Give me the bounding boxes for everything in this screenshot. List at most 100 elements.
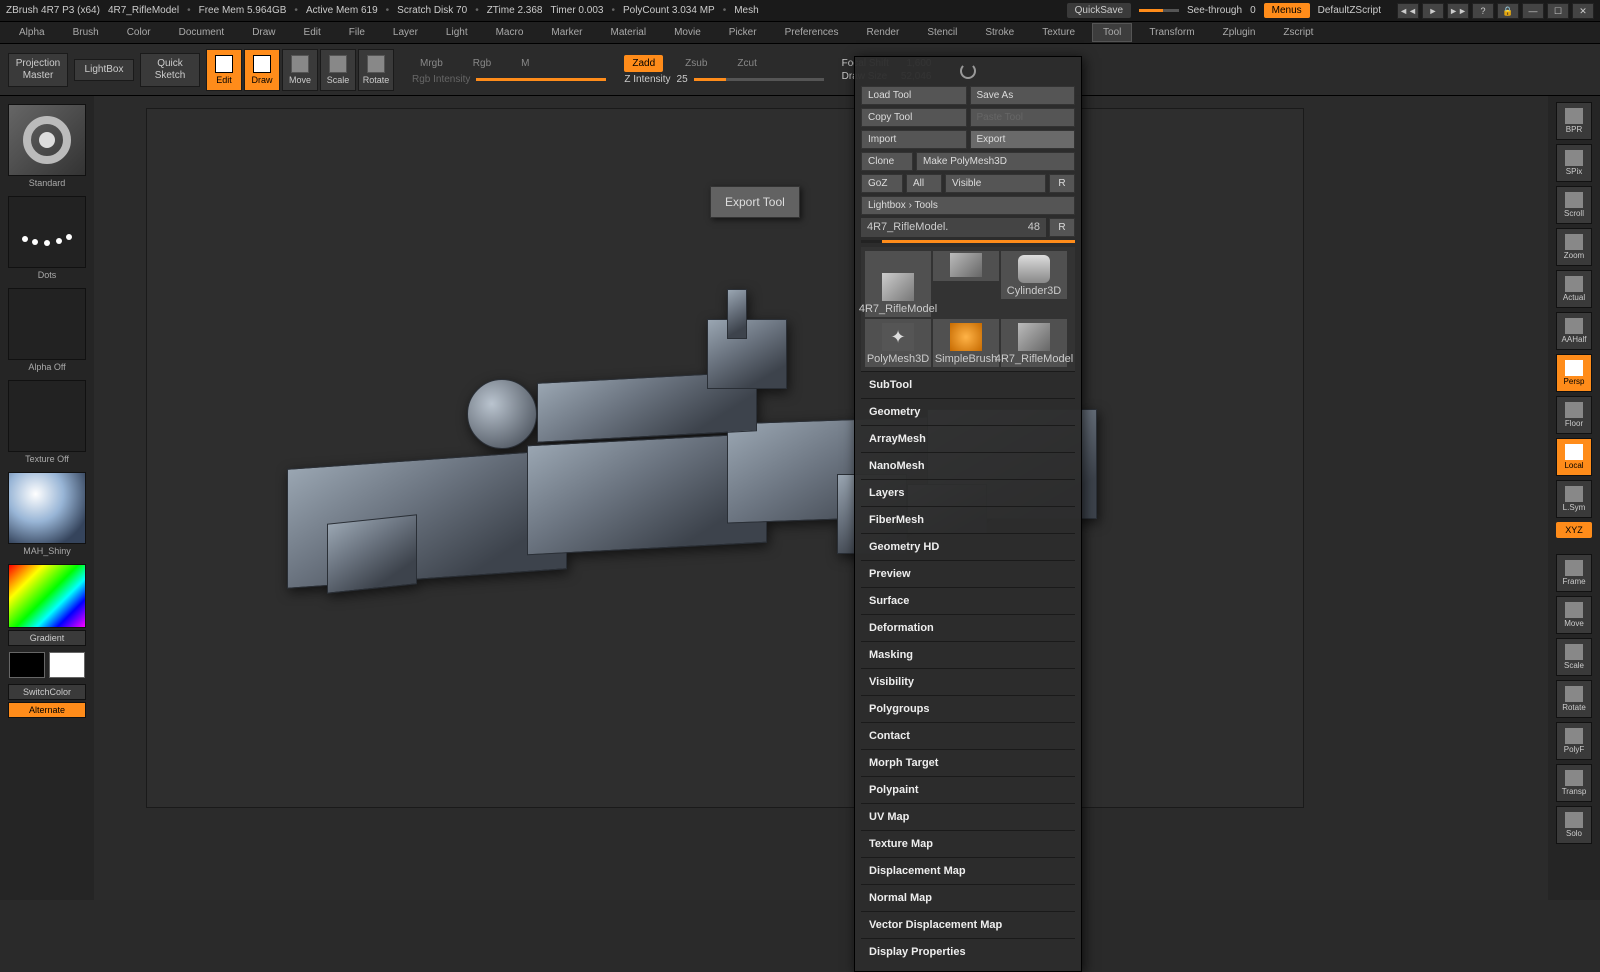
alternate-button[interactable]: Alternate: [8, 702, 86, 718]
section-polypaint[interactable]: Polypaint: [861, 776, 1075, 803]
mrgb-toggle[interactable]: Mrgb: [412, 55, 451, 72]
local-button[interactable]: Local: [1556, 438, 1592, 476]
zoom-button[interactable]: Zoom: [1556, 228, 1592, 266]
section-visibility[interactable]: Visibility: [861, 668, 1075, 695]
projection-master-button[interactable]: Projection Master: [8, 53, 68, 87]
tool-thumb[interactable]: ✦PolyMesh3D: [865, 319, 931, 367]
move-button[interactable]: Move: [1556, 596, 1592, 634]
import-button[interactable]: Import: [861, 130, 967, 149]
aahalf-button[interactable]: AAHalf: [1556, 312, 1592, 350]
tool-name-field[interactable]: 4R7_RifleModel.48: [861, 218, 1046, 237]
stroke-thumb[interactable]: [8, 196, 86, 268]
tool-thumb[interactable]: 4R7_RifleModel: [865, 251, 931, 317]
minimize-icon[interactable]: —: [1522, 3, 1544, 19]
lightbox-tools-button[interactable]: Lightbox › Tools: [861, 196, 1075, 215]
tool-thumb[interactable]: [933, 251, 999, 281]
load-tool-button[interactable]: Load Tool: [861, 86, 967, 105]
lsym-button[interactable]: L.Sym: [1556, 480, 1592, 518]
section-geometry[interactable]: Geometry: [861, 398, 1075, 425]
quicksketch-button[interactable]: Quick Sketch: [140, 53, 200, 87]
section-contact[interactable]: Contact: [861, 722, 1075, 749]
history-icon[interactable]: [960, 63, 976, 79]
goz-all-button[interactable]: All: [906, 174, 942, 193]
transp-button[interactable]: Transp: [1556, 764, 1592, 802]
brush-thumb[interactable]: [8, 104, 86, 176]
section-vector-displacement-map[interactable]: Vector Displacement Map: [861, 911, 1075, 938]
frame-button[interactable]: Frame: [1556, 554, 1592, 592]
section-polygroups[interactable]: Polygroups: [861, 695, 1075, 722]
menu-light[interactable]: Light: [435, 23, 479, 42]
persp-button[interactable]: Persp: [1556, 354, 1592, 392]
menu-marker[interactable]: Marker: [540, 23, 593, 42]
menu-document[interactable]: Document: [168, 23, 236, 42]
scale-button[interactable]: Scale: [1556, 638, 1592, 676]
section-normal-map[interactable]: Normal Map: [861, 884, 1075, 911]
edit-mode-button[interactable]: Edit: [206, 49, 242, 91]
lock-icon[interactable]: 🔒: [1497, 3, 1519, 19]
section-display-properties[interactable]: Display Properties: [861, 938, 1075, 965]
lightbox-button[interactable]: LightBox: [74, 59, 134, 81]
bpr-button[interactable]: BPR: [1556, 102, 1592, 140]
scroll-button[interactable]: Scroll: [1556, 186, 1592, 224]
m-toggle[interactable]: M: [513, 55, 537, 72]
move-mode-button[interactable]: Move: [282, 49, 318, 91]
menu-preferences[interactable]: Preferences: [774, 23, 850, 42]
zadd-toggle[interactable]: Zadd: [624, 55, 663, 72]
swatch-white[interactable]: [49, 652, 85, 678]
tool-thumb[interactable]: 4R7_RifleModel: [1001, 319, 1067, 367]
rgb-intensity-slider[interactable]: [476, 78, 606, 81]
tool-thumb[interactable]: SimpleBrush: [933, 319, 999, 367]
zsub-toggle[interactable]: Zsub: [677, 55, 715, 72]
section-layers[interactable]: Layers: [861, 479, 1075, 506]
menu-macro[interactable]: Macro: [485, 23, 535, 42]
spix-button[interactable]: SPix: [1556, 144, 1592, 182]
export-button[interactable]: Export: [970, 130, 1076, 149]
clone-button[interactable]: Clone: [861, 152, 913, 171]
gradient-button[interactable]: Gradient: [8, 630, 86, 646]
section-subtool[interactable]: SubTool: [861, 371, 1075, 398]
section-morph-target[interactable]: Morph Target: [861, 749, 1075, 776]
draw-mode-button[interactable]: Draw: [244, 49, 280, 91]
menu-stencil[interactable]: Stencil: [916, 23, 968, 42]
goz-button[interactable]: GoZ: [861, 174, 903, 193]
section-displacement-map[interactable]: Displacement Map: [861, 857, 1075, 884]
play-icon[interactable]: ►: [1422, 3, 1444, 19]
menu-layer[interactable]: Layer: [382, 23, 429, 42]
save-as-button[interactable]: Save As: [970, 86, 1076, 105]
section-preview[interactable]: Preview: [861, 560, 1075, 587]
section-arraymesh[interactable]: ArrayMesh: [861, 425, 1075, 452]
rewind-icon[interactable]: ◄◄: [1397, 3, 1419, 19]
menu-movie[interactable]: Movie: [663, 23, 712, 42]
swatch-black[interactable]: [9, 652, 45, 678]
section-geometry-hd[interactable]: Geometry HD: [861, 533, 1075, 560]
maximize-icon[interactable]: ☐: [1547, 3, 1569, 19]
menus-button[interactable]: Menus: [1264, 3, 1310, 18]
section-texture-map[interactable]: Texture Map: [861, 830, 1075, 857]
menu-color[interactable]: Color: [116, 23, 162, 42]
section-masking[interactable]: Masking: [861, 641, 1075, 668]
xyz-toggle[interactable]: XYZ: [1556, 522, 1592, 538]
section-fibermesh[interactable]: FiberMesh: [861, 506, 1075, 533]
menu-material[interactable]: Material: [600, 23, 658, 42]
z-intensity-slider[interactable]: [694, 78, 824, 81]
switchcolor-button[interactable]: SwitchColor: [8, 684, 86, 700]
alpha-thumb[interactable]: [8, 288, 86, 360]
menu-texture[interactable]: Texture: [1031, 23, 1086, 42]
actual-button[interactable]: Actual: [1556, 270, 1592, 308]
tool-r-button[interactable]: R: [1049, 218, 1075, 237]
goz-r-button[interactable]: R: [1049, 174, 1075, 193]
paste-tool-button[interactable]: Paste Tool: [970, 108, 1076, 127]
rgb-toggle[interactable]: Rgb: [465, 55, 499, 72]
section-nanomesh[interactable]: NanoMesh: [861, 452, 1075, 479]
menu-stroke[interactable]: Stroke: [974, 23, 1025, 42]
quicksave-slider[interactable]: [1139, 9, 1179, 12]
ffwd-icon[interactable]: ►►: [1447, 3, 1469, 19]
menu-file[interactable]: File: [338, 23, 376, 42]
color-picker[interactable]: [8, 564, 86, 628]
rotate-button[interactable]: Rotate: [1556, 680, 1592, 718]
texture-thumb[interactable]: [8, 380, 86, 452]
material-thumb[interactable]: [8, 472, 86, 544]
menu-zscript[interactable]: Zscript: [1272, 23, 1324, 42]
scale-mode-button[interactable]: Scale: [320, 49, 356, 91]
menu-picker[interactable]: Picker: [718, 23, 768, 42]
